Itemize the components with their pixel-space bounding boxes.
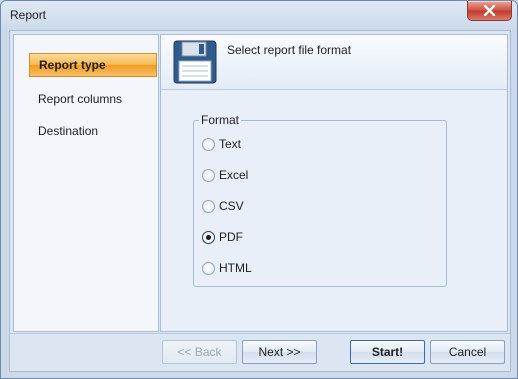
step-header: Select report file format xyxy=(161,35,507,90)
radio-button[interactable] xyxy=(202,262,215,275)
format-option-label: HTML xyxy=(219,261,252,275)
start-button[interactable]: Start! xyxy=(350,340,425,364)
sidebar-item-report-columns[interactable]: Report columns xyxy=(29,87,157,111)
radio-button[interactable] xyxy=(202,200,215,213)
radio-button[interactable] xyxy=(202,138,215,151)
sidebar-item-report-type[interactable]: Report type xyxy=(29,53,157,77)
floppy-disk-icon xyxy=(173,40,217,84)
dialog-body: Report type Report columns Destination S… xyxy=(9,30,511,372)
sidebar-item-label: Destination xyxy=(38,124,99,138)
report-dialog: Report Report type Report columns Destin… xyxy=(0,0,518,379)
footer-divider xyxy=(10,333,510,334)
close-icon xyxy=(483,5,496,16)
back-button[interactable]: << Back xyxy=(162,340,237,364)
format-groupbox: Format Text Excel CSV PDF HTML xyxy=(193,113,447,287)
format-legend: Format xyxy=(199,113,242,127)
sidebar-item-destination[interactable]: Destination xyxy=(29,119,157,143)
radio-button-selected[interactable] xyxy=(202,231,215,244)
sidebar-item-label: Report columns xyxy=(38,92,123,106)
format-option-label: Text xyxy=(219,137,242,151)
format-option-label: Excel xyxy=(219,168,249,182)
radio-button[interactable] xyxy=(202,169,215,182)
next-button[interactable]: Next >> xyxy=(242,340,317,364)
cancel-button[interactable]: Cancel xyxy=(430,340,505,364)
title-bar[interactable]: Report xyxy=(1,1,517,29)
window-title: Report xyxy=(10,8,47,22)
format-option-label: CSV xyxy=(219,199,244,213)
step-content-panel: Select report file format Format Text Ex… xyxy=(160,34,508,332)
format-option-label: PDF xyxy=(219,230,243,244)
step-header-text: Select report file format xyxy=(227,43,352,57)
radio-dot xyxy=(206,235,211,240)
sidebar-item-label: Report type xyxy=(39,58,106,72)
wizard-steps-sidebar: Report type Report columns Destination xyxy=(13,34,159,332)
close-button[interactable] xyxy=(467,1,512,21)
